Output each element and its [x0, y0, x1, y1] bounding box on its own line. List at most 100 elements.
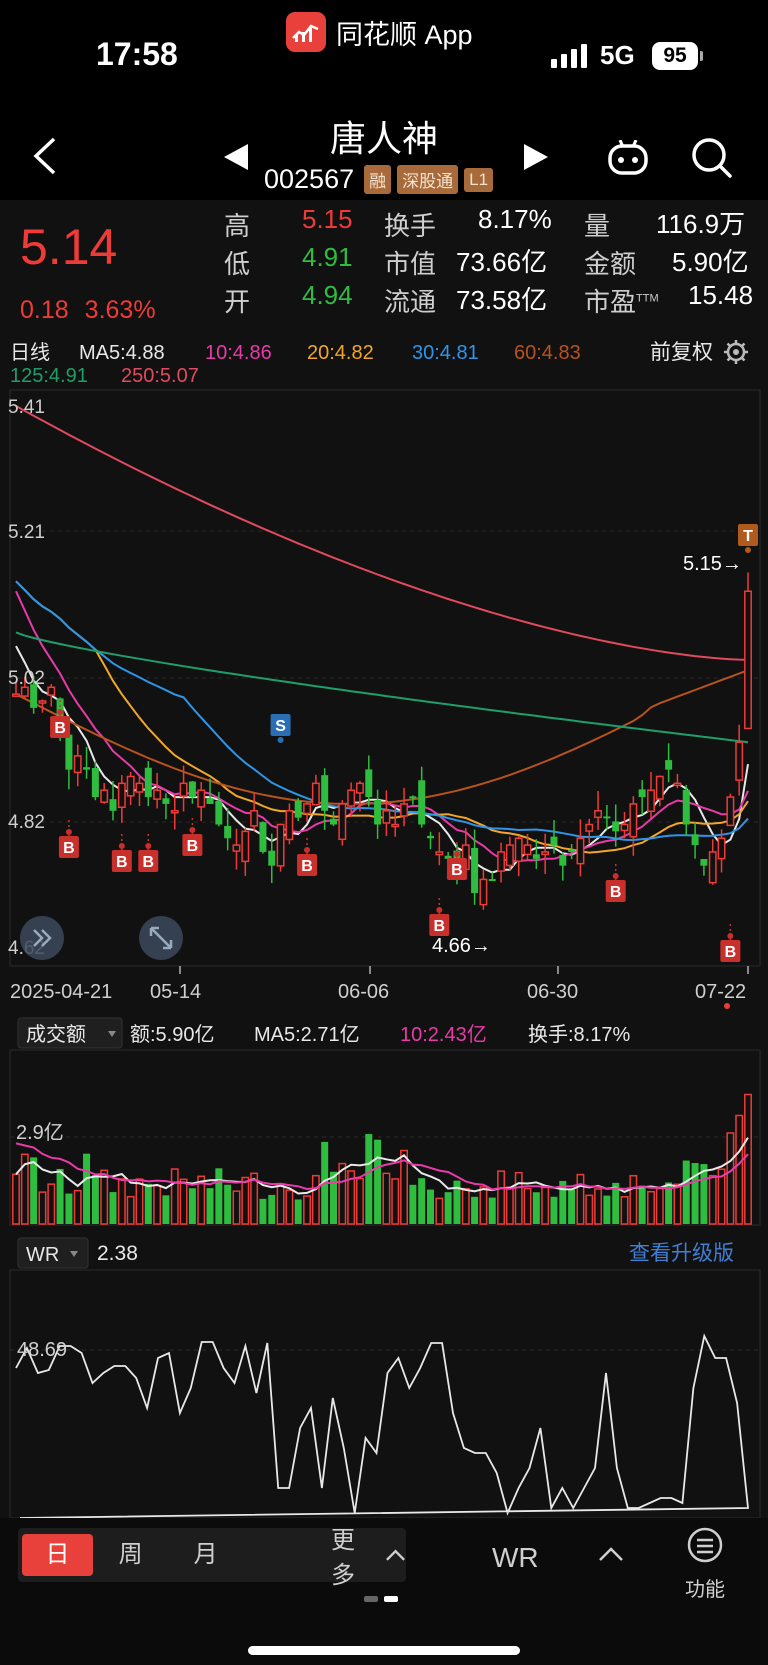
date-tick-3: 06-06 — [338, 981, 389, 1003]
signal-dot — [727, 933, 734, 939]
wr-line — [15, 1333, 749, 1519]
date-tick-1: 2025-04-21 — [10, 981, 112, 1003]
candle-body — [91, 768, 99, 798]
candle-body — [691, 834, 699, 846]
wr-path — [15, 1333, 749, 1519]
candle-body — [117, 782, 126, 809]
candle-body — [188, 781, 196, 798]
candle-body — [603, 816, 611, 819]
candle-body — [285, 810, 294, 841]
open-value: 4.94 — [302, 280, 353, 310]
volume-bar — [427, 1189, 435, 1224]
candle-body — [682, 789, 690, 825]
moving-average-lines — [15, 405, 749, 874]
volume-bar — [162, 1195, 170, 1224]
tab-week[interactable]: 周 — [93, 1528, 168, 1582]
tab-more[interactable]: 更多 — [331, 1520, 406, 1590]
signal-letter: S — [275, 718, 286, 735]
date-tick-4: 06-30 — [527, 981, 578, 1003]
open-label: 开 — [224, 287, 251, 317]
price-tick-1: 5.41 — [8, 397, 45, 418]
price-tick-2: 5.21 — [8, 522, 45, 543]
candle-body — [170, 810, 179, 814]
volume-bar — [38, 1191, 47, 1225]
candle-body — [38, 700, 47, 704]
stock-name: 唐人神 — [329, 118, 438, 159]
signal-dot — [304, 847, 311, 853]
function-button[interactable]: 功能 — [685, 1526, 725, 1602]
candle-body — [744, 590, 752, 730]
signal-letter: B — [725, 944, 737, 961]
kline-chart-svg[interactable]: 日线 MA5:4.88 10:4.86 20:4.82 30:4.81 60:4… — [0, 338, 768, 1519]
candle-body — [717, 837, 726, 860]
today-marker — [724, 1003, 730, 1009]
date-axis — [179, 966, 749, 974]
signal-letter: B — [301, 858, 313, 875]
volume-bar — [435, 1197, 444, 1225]
volume-bar — [259, 1198, 267, 1224]
settings-gear-icon[interactable] — [724, 340, 748, 364]
signal-dot — [189, 827, 196, 833]
float-value: 73.58亿 — [456, 285, 548, 315]
home-indicator — [248, 1646, 520, 1655]
volume-bar — [65, 1193, 73, 1224]
candle-body — [735, 741, 744, 781]
tab-day[interactable]: 日 — [22, 1534, 94, 1576]
volume-bar — [541, 1186, 550, 1225]
candle-body — [638, 789, 646, 798]
ma-line — [15, 631, 749, 744]
app-indicator[interactable]: 同花顺 App — [286, 12, 473, 52]
candle-body — [391, 823, 400, 828]
search-icon[interactable] — [690, 136, 734, 185]
volume-bar — [47, 1183, 56, 1225]
indicator-switch[interactable]: WR — [492, 1542, 539, 1574]
candle-body — [435, 851, 444, 856]
candle-body — [259, 822, 267, 852]
adjust-selector[interactable]: 前复权 — [650, 341, 713, 364]
candle-body — [655, 775, 664, 800]
candle-body — [523, 844, 532, 856]
candle-body — [550, 836, 558, 846]
volume-bar — [135, 1178, 144, 1225]
volume-value: 116.9万 — [656, 209, 746, 239]
turnover-value: 8.17% — [478, 204, 552, 234]
expand-left-button[interactable] — [20, 916, 64, 960]
menu-icon — [687, 1527, 723, 1563]
signal-letter: B — [451, 862, 463, 879]
volume-bar — [117, 1178, 126, 1225]
candle-body — [647, 789, 655, 813]
volume-turnover: 换手:8.17% — [528, 1023, 630, 1046]
candle-body — [321, 775, 329, 811]
volume-ma5: MA5:2.71亿 — [254, 1023, 360, 1046]
candle-body — [665, 760, 673, 770]
chevron-up-icon — [386, 1549, 405, 1561]
volume-bar — [629, 1175, 638, 1225]
volume-bar — [568, 1189, 576, 1224]
wr-selector-label: WR — [26, 1244, 59, 1266]
volume-bar — [153, 1184, 162, 1225]
volume-bar — [523, 1187, 532, 1225]
candle-body — [179, 782, 188, 797]
volume-bar — [276, 1183, 285, 1225]
stock-code-row: 002567 融 深股通 L1 — [264, 164, 494, 195]
fullscreen-button[interactable] — [139, 916, 183, 960]
candle-body — [418, 780, 426, 825]
candle-body — [576, 837, 585, 865]
volume-bar — [268, 1194, 276, 1224]
volume-bar — [73, 1189, 82, 1225]
volume-bar — [356, 1177, 364, 1225]
volume-bar — [215, 1168, 223, 1224]
signal-dot — [118, 843, 125, 849]
last-price: 5.14 — [20, 219, 118, 275]
chart-area[interactable]: 日线 MA5:4.88 10:4.86 20:4.82 30:4.81 60:4… — [0, 338, 768, 1519]
signal-letter: B — [116, 854, 128, 871]
robot-assistant-icon[interactable] — [606, 139, 650, 181]
chevron-up-icon[interactable] — [598, 1546, 624, 1567]
candle-body — [541, 851, 550, 856]
candle-body — [232, 844, 241, 852]
network-type: 5G — [600, 40, 635, 70]
next-stock-icon[interactable] — [524, 144, 548, 170]
tab-month[interactable]: 月 — [168, 1528, 243, 1582]
upgrade-link[interactable]: 查看升级版 — [629, 1242, 734, 1265]
candle-body — [153, 789, 162, 800]
